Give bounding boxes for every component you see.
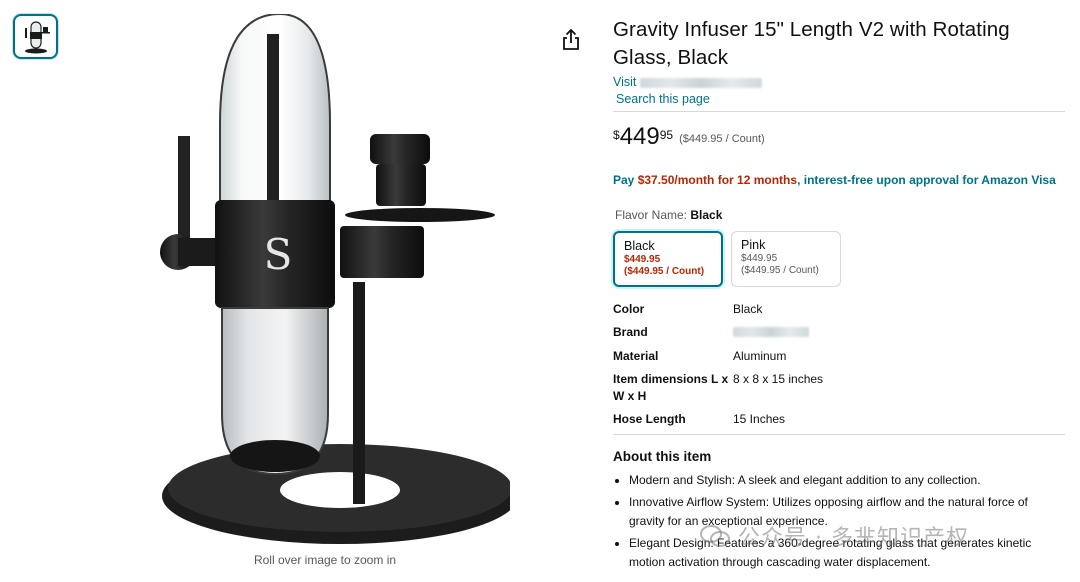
spec-row: Color Black — [613, 301, 1065, 318]
swatch-black[interactable]: Black $449.95 ($449.95 / Count) — [613, 231, 723, 287]
flavor-selected: Black — [690, 208, 723, 222]
divider — [613, 434, 1065, 435]
spec-row: Material Aluminum — [613, 348, 1065, 365]
list-item: Elegant Design: Features a 360-degree ro… — [629, 534, 1065, 573]
swatch-name: Black — [624, 239, 655, 253]
price-fraction: 95 — [659, 128, 674, 142]
about-title: About this item — [613, 449, 712, 464]
product-specs: Color Black Brand Material Aluminum Item… — [613, 301, 1065, 428]
price-symbol: $ — [613, 128, 620, 142]
swatch-price: $449.95 — [624, 254, 661, 265]
swatch-unit-price: ($449.95 / Count) — [741, 265, 819, 276]
spec-value: Black — [733, 302, 763, 316]
spec-row: Hose Length 15 Inches — [613, 411, 1065, 428]
price-per-unit: ($449.95 / Count) — [679, 133, 765, 145]
product-title: Gravity Infuser 15" Length V2 with Rotat… — [613, 18, 1010, 69]
visit-prefix: Visit — [613, 75, 637, 89]
visit-store-link[interactable]: Visit — [613, 74, 1065, 91]
spec-row: Brand — [613, 324, 1065, 342]
spec-key: Brand — [613, 325, 648, 339]
swatch-name: Pink — [741, 238, 766, 252]
spec-value: 15 Inches — [733, 412, 786, 426]
price: $ 449 95 ($449.95 / Count) — [613, 124, 1065, 150]
financing-suffix: , interest-free upon approval for Amazon… — [797, 173, 1056, 187]
about-bullets: Modern and Stylish: A sleek and elegant … — [613, 471, 1065, 573]
zoom-hint: Roll over image to zoom in — [253, 553, 397, 567]
spec-key: Material — [613, 349, 659, 363]
financing-offer[interactable]: Pay $37.50/month for 12 months, interest… — [613, 172, 1065, 189]
flavor-label-text: Flavor Name: — [615, 208, 691, 222]
divider — [613, 111, 1065, 112]
spec-key: Color — [613, 302, 645, 316]
flavor-label: Flavor Name: Black — [615, 208, 1065, 222]
price-whole: 449 — [619, 123, 660, 150]
swatch-unit-price: ($449.95 / Count) — [624, 266, 705, 277]
financing-prefix: Pay — [613, 173, 638, 187]
main-product-image[interactable]: S — [140, 12, 518, 544]
flavor-swatches: Black $449.95 ($449.95 / Count) Pink $44… — [613, 231, 1065, 287]
spec-value: Aluminum — [733, 349, 787, 363]
spec-value — [733, 324, 1065, 342]
spec-value: 8 x 8 x 15 inches — [733, 372, 824, 386]
search-this-page-link[interactable]: Search this page — [616, 91, 1065, 107]
gravity-infuser-illustration: S — [160, 12, 518, 544]
financing-amount: $37.50/month for 12 months — [637, 173, 798, 187]
spec-key: Item dimensions L x W x H — [613, 372, 729, 403]
product-details: Gravity Infuser 15" Length V2 with Rotat… — [613, 16, 1065, 575]
blurred-brand — [733, 327, 809, 337]
spec-row: Item dimensions L x W x H 8 x 8 x 15 inc… — [613, 371, 1065, 405]
swatch-price: $449.95 — [741, 253, 778, 264]
share-icon[interactable] — [560, 28, 582, 52]
product-thumbnail-icon — [24, 20, 50, 53]
swatch-pink[interactable]: Pink $449.95 ($449.95 / Count) — [731, 231, 841, 287]
spec-key: Hose Length — [613, 412, 686, 426]
thumbnail-image[interactable] — [13, 14, 58, 59]
list-item: Innovative Airflow System: Utilizes oppo… — [629, 493, 1065, 532]
list-item: Modern and Stylish: A sleek and elegant … — [629, 471, 1065, 491]
svg-text:S: S — [264, 230, 293, 279]
blurred-store-name — [640, 77, 763, 88]
